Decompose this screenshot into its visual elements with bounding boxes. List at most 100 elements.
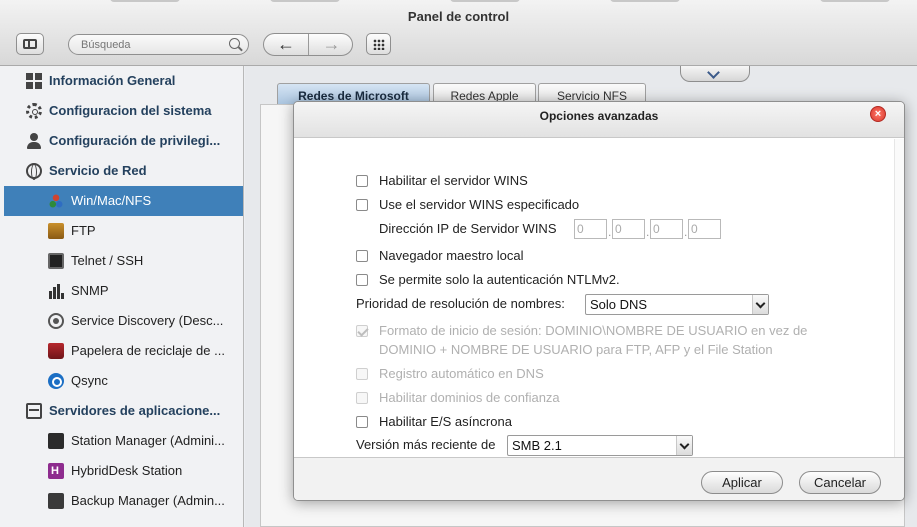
forward-button[interactable]: → [309, 34, 352, 55]
wins-ip-octet-1[interactable] [574, 219, 607, 239]
hybriddesk-icon [48, 456, 64, 486]
collapse-toggle[interactable] [680, 66, 750, 82]
ftp-icon [48, 223, 64, 239]
browser-tab-strip [0, 0, 917, 2]
station-icon [48, 433, 64, 449]
sidebar-item-configuracion-sistema[interactable]: Configuracion del sistema [4, 96, 243, 126]
user-icon [26, 133, 42, 149]
search-icon[interactable] [229, 38, 240, 49]
search-input[interactable] [81, 37, 221, 52]
latest-version-select[interactable]: SMB 2.1 [507, 435, 693, 456]
option-login-format: Formato de inicio de sesión: DOMINIO\NOM… [294, 321, 894, 341]
select-value: Solo DNS [590, 297, 648, 312]
latest-version-label: Versión más reciente de [356, 437, 496, 452]
sidebar-item-label: Qsync [71, 373, 108, 388]
option-label: Habilitar dominios de confianza [379, 390, 560, 405]
sidebar-item-label: FTP [71, 223, 96, 238]
option-async-io: Habilitar E/S asíncrona [294, 412, 894, 432]
master-browser-checkbox[interactable] [356, 250, 368, 262]
option-use-wins: Use el servidor WINS especificado [294, 195, 894, 215]
sidebar-item-win-mac-nfs[interactable]: Win/Mac/NFS [4, 186, 243, 216]
ip-separator: . [646, 225, 650, 239]
chevron-down-icon [752, 295, 768, 314]
wins-ip-label: Dirección IP de Servidor WINS [379, 221, 557, 236]
latest-version-row: Versión más reciente de SMB 2.1 [294, 435, 894, 457]
sidebar-item-label: Papelera de reciclaje de ... [71, 343, 225, 358]
option-auto-dns: Registro automático en DNS [294, 364, 894, 384]
sidebar-item-ftp[interactable]: FTP [4, 216, 243, 246]
chevron-down-icon [676, 436, 692, 455]
trusted-domains-checkbox[interactable] [356, 392, 368, 404]
sidebar-item-label: Service Discovery (Desc... [71, 313, 224, 328]
option-label: DOMINIO + NOMBRE DE USUARIO para FTP, AF… [379, 342, 773, 357]
backup-icon [48, 493, 64, 509]
sidebar-item-label: Información General [49, 73, 176, 88]
sidebar-item-servicio-red[interactable]: Servicio de Red [4, 156, 243, 186]
search-box[interactable] [68, 34, 249, 55]
option-wins-server: Habilitar el servidor WINS [294, 171, 894, 191]
bar-chart-icon [48, 283, 64, 299]
sidebar-item-label: SNMP [71, 283, 109, 298]
async-io-checkbox[interactable] [356, 416, 368, 428]
wins-ip-octet-2[interactable] [612, 219, 645, 239]
history-nav: ← → [263, 33, 353, 56]
option-label: Formato de inicio de sesión: DOMINIO\NOM… [379, 323, 808, 338]
back-button[interactable]: ← [264, 34, 309, 55]
app-grid-button[interactable] [366, 33, 391, 55]
option-trusted-domains: Habilitar dominios de confianza [294, 388, 894, 408]
sidebar-item-label: Servidores de aplicacione... [49, 403, 221, 418]
globe-icon [26, 163, 42, 180]
apply-button[interactable]: Aplicar [701, 471, 783, 494]
use-wins-checkbox[interactable] [356, 199, 368, 211]
wins-ip-octet-4[interactable] [688, 219, 721, 239]
sidebar-item-label: Configuración de privilegi... [49, 133, 221, 148]
option-label: Navegador maestro local [379, 248, 524, 263]
login-format-checkbox[interactable] [356, 325, 368, 337]
sidebar-toggle-button[interactable] [16, 33, 44, 55]
grid-icon [373, 39, 385, 50]
qsync-icon [48, 373, 64, 389]
wins-ip-row: Dirección IP de Servidor WINS . . . [294, 219, 894, 239]
sidebar-item-label: Win/Mac/NFS [71, 193, 152, 208]
gear-icon [26, 103, 42, 119]
cancel-button[interactable]: Cancelar [799, 471, 881, 494]
sidebar-item-label: Telnet / SSH [71, 253, 144, 268]
sidebar-item-informacion-general[interactable]: Información General [4, 66, 243, 96]
network-share-icon [48, 193, 64, 209]
wins-server-checkbox[interactable] [356, 175, 368, 187]
sidebar-icon [23, 39, 37, 49]
sidebar-item-papelera[interactable]: Papelera de reciclaje de ... [4, 336, 243, 366]
option-login-format-cont: DOMINIO + NOMBRE DE USUARIO para FTP, AF… [294, 340, 894, 360]
name-priority-row: Prioridad de resolución de nombres: Solo… [294, 294, 894, 316]
sidebar-item-label: Servicio de Red [49, 163, 147, 178]
sidebar-item-label: Station Manager (Admini... [71, 433, 225, 448]
sidebar-item-station-manager[interactable]: Station Manager (Admini... [4, 426, 243, 456]
sidebar-item-backup-manager[interactable]: Backup Manager (Admin... [4, 486, 243, 516]
ntlmv2-checkbox[interactable] [356, 274, 368, 286]
terminal-icon [48, 253, 64, 269]
dialog-footer: Aplicar Cancelar [294, 457, 904, 500]
option-label: Habilitar E/S asíncrona [379, 414, 512, 429]
auto-dns-checkbox[interactable] [356, 368, 368, 380]
sidebar-item-servidores-aplicaciones[interactable]: Servidores de aplicacione... [4, 396, 243, 426]
discovery-icon [48, 313, 64, 329]
dialog-scrollbar[interactable] [894, 139, 904, 457]
info-icon [26, 73, 42, 89]
sidebar-item-telnet-ssh[interactable]: Telnet / SSH [4, 246, 243, 276]
sidebar-item-label: Configuracion del sistema [49, 103, 212, 118]
close-button[interactable]: × [870, 106, 886, 122]
option-label: Se permite solo la autenticación NTLMv2. [379, 272, 620, 287]
dialog-title: Opciones avanzadas [294, 102, 904, 138]
name-priority-label: Prioridad de resolución de nombres: [356, 296, 565, 311]
select-value: SMB 2.1 [512, 438, 562, 453]
wins-ip-octet-3[interactable] [650, 219, 683, 239]
name-priority-select[interactable]: Solo DNS [585, 294, 769, 315]
sidebar-item-privilegios[interactable]: Configuración de privilegi... [4, 126, 243, 156]
apps-server-icon [26, 403, 42, 419]
sidebar-item-service-discovery[interactable]: Service Discovery (Desc... [4, 306, 243, 336]
sidebar-item-snmp[interactable]: SNMP [4, 276, 243, 306]
sidebar-item-label: HybridDesk Station [71, 463, 183, 478]
sidebar-item-label: Backup Manager (Admin... [71, 493, 225, 508]
sidebar-item-hybriddesk[interactable]: HybridDesk Station [4, 456, 243, 486]
sidebar-item-qsync[interactable]: Qsync [4, 366, 243, 396]
